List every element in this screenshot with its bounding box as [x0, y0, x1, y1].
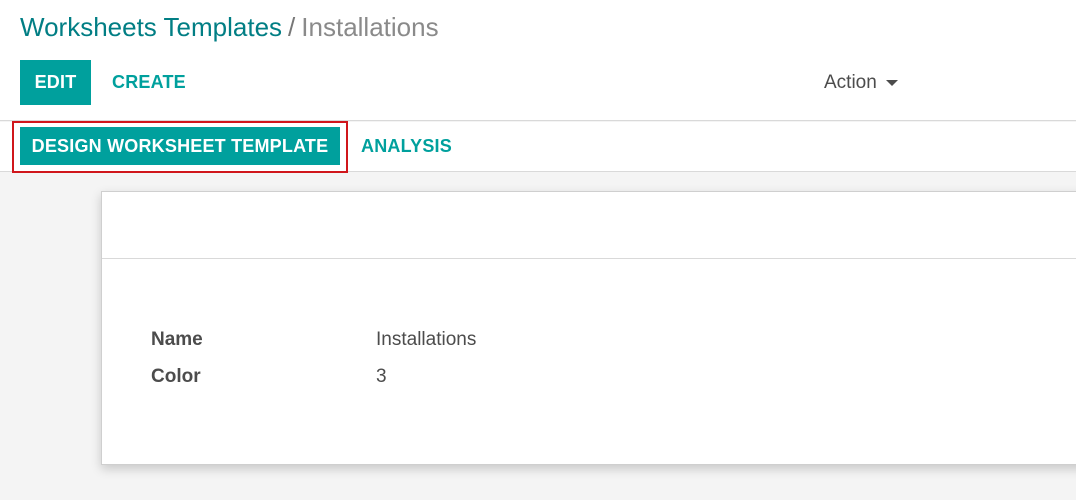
action-dropdown-label: Action: [824, 71, 877, 93]
color-field-label: Color: [151, 366, 201, 387]
name-field-value: Installations: [376, 329, 477, 350]
create-button[interactable]: CREATE: [112, 60, 186, 105]
chevron-down-icon: [885, 79, 898, 86]
design-worksheet-template-button[interactable]: DESIGN WORKSHEET TEMPLATE: [20, 127, 340, 165]
form-sheet: Name Installations Color 3: [101, 191, 1076, 465]
breadcrumb: Worksheets Templates / Installations: [20, 11, 439, 43]
action-dropdown[interactable]: Action: [824, 60, 898, 105]
field-row-name: Name Installations: [151, 328, 476, 352]
edit-button[interactable]: EDIT: [20, 60, 91, 105]
form-sheet-header: [102, 192, 1076, 259]
analysis-button[interactable]: ANALYSIS: [361, 127, 452, 165]
name-field-label: Name: [151, 329, 203, 350]
field-row-color: Color 3: [151, 365, 387, 389]
breadcrumb-separator: /: [288, 12, 296, 42]
breadcrumb-current: Installations: [301, 12, 439, 42]
breadcrumb-parent-link[interactable]: Worksheets Templates: [20, 12, 282, 42]
color-field-value: 3: [376, 366, 387, 387]
control-panel: Worksheets Templates / Installations EDIT …: [0, 0, 1076, 121]
